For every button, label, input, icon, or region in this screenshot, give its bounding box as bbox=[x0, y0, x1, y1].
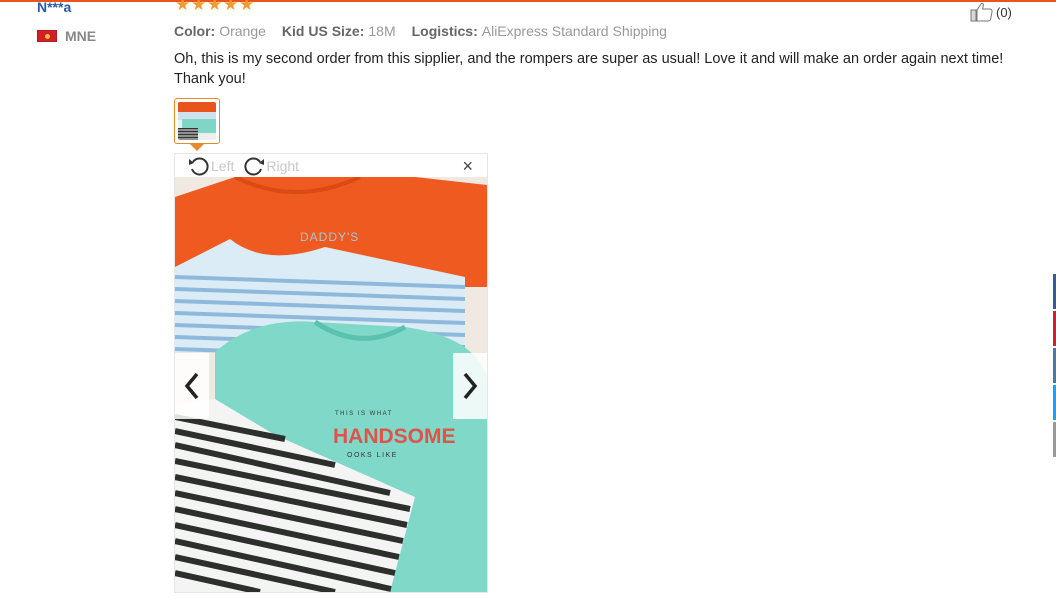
photo-print-handsome: HANDSOME bbox=[333, 425, 456, 448]
attr-size: Kid US Size: 18M bbox=[281, 23, 396, 39]
rotate-right-icon bbox=[244, 157, 265, 175]
flag-icon bbox=[37, 30, 57, 42]
rotate-left-icon bbox=[189, 157, 209, 175]
thumbnail-active-indicator bbox=[190, 144, 204, 151]
photo-viewer: Left Right × DADDY'S THIS IS WHAT HANDSO… bbox=[174, 153, 488, 593]
star-icon: ★ bbox=[239, 0, 255, 14]
rating-stars: ★ ★ ★ ★ ★ bbox=[175, 0, 255, 14]
rotate-left-button[interactable]: Left bbox=[187, 155, 234, 177]
rotate-left-label: Left bbox=[211, 157, 235, 174]
close-viewer-button[interactable]: × bbox=[462, 156, 473, 177]
helpful-count: (0) bbox=[996, 4, 1012, 20]
top-divider bbox=[0, 0, 1056, 2]
thumbs-up-icon bbox=[970, 2, 993, 22]
star-icon: ★ bbox=[223, 0, 239, 14]
reviewer-country: MNE bbox=[37, 28, 96, 44]
helpful-button[interactable]: (0) bbox=[970, 2, 1012, 22]
photo-print-line1: THIS IS WHAT bbox=[335, 411, 393, 417]
previous-photo-button[interactable] bbox=[175, 353, 209, 419]
country-code: MNE bbox=[65, 28, 97, 44]
star-icon: ★ bbox=[191, 0, 207, 14]
star-icon: ★ bbox=[175, 0, 191, 14]
chevron-right-icon bbox=[463, 372, 478, 400]
order-attributes: Color: Orange Kid US Size: 18M Logistics: A… bbox=[174, 23, 667, 39]
reviewer-name[interactable]: N***a bbox=[37, 0, 71, 15]
next-photo-button[interactable] bbox=[453, 353, 487, 419]
chevron-left-icon bbox=[184, 372, 199, 400]
review-text: Oh, this is my second order from this si… bbox=[174, 51, 1004, 87]
star-icon: ★ bbox=[207, 0, 223, 14]
viewer-toolbar: Left Right × bbox=[175, 154, 487, 177]
photo-print-line3: OOKS LIKE bbox=[347, 452, 398, 459]
review-photo-thumbnail[interactable] bbox=[174, 98, 220, 144]
rotate-right-button[interactable]: Right bbox=[242, 155, 299, 177]
rotate-right-label: Right bbox=[266, 157, 300, 174]
photo-print-daddys: DADDY'S bbox=[300, 230, 359, 244]
attr-logistics: Logistics: AliExpress Standard Shipping bbox=[411, 23, 667, 39]
attr-color: Color: Orange bbox=[174, 23, 266, 39]
review-photo: DADDY'S THIS IS WHAT HANDSOME OOKS LIKE bbox=[175, 177, 487, 592]
